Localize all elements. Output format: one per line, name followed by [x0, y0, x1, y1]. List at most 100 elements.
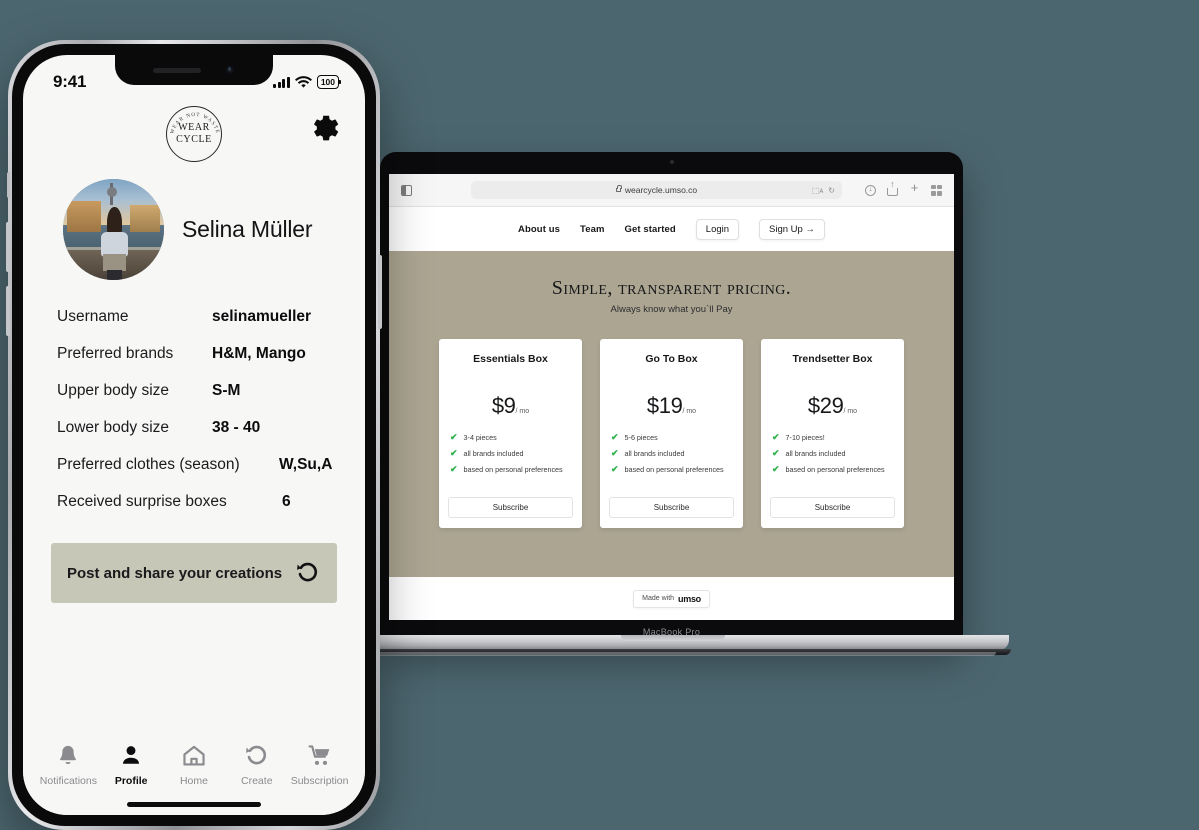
detail-value: H&M, Mango	[212, 345, 306, 362]
share-icon[interactable]	[887, 179, 898, 196]
home-indicator[interactable]	[127, 802, 261, 807]
check-icon: ✔	[450, 448, 458, 458]
feature-label: 5-6 pieces	[624, 433, 658, 442]
tab-label: Subscription	[290, 775, 349, 787]
sidebar-toggle-icon[interactable]	[401, 184, 412, 196]
subscribe-button[interactable]: Subscribe	[770, 497, 895, 518]
silent-switch[interactable]	[7, 172, 10, 198]
tab-create[interactable]: Create	[226, 743, 288, 787]
screenshot-canvas: wearcycle.umso.co ⬚ᴀ ↻ ↓ ↑ + About us Te…	[0, 0, 1199, 830]
card-features: ✔ 7-10 pieces! ✔ all brands included ✔ base…	[772, 432, 904, 475]
signup-button[interactable]: Sign Up →	[759, 218, 825, 240]
card-title: Essentials Box	[473, 353, 548, 365]
pricing-subtitle: Always know what you`ll Pay	[610, 304, 733, 315]
card-features: ✔ 3-4 pieces ✔ all brands included ✔ based …	[450, 432, 582, 475]
login-button[interactable]: Login	[695, 218, 740, 240]
feature-item: ✔ 5-6 pieces	[611, 433, 743, 443]
volume-down-button[interactable]	[6, 286, 10, 336]
power-button[interactable]	[378, 255, 382, 329]
feature-label: all brands included	[785, 449, 846, 458]
card-price-period: / mo	[682, 408, 697, 415]
laptop-base-foot	[350, 652, 996, 656]
refresh-cycle-icon	[297, 562, 318, 582]
detail-value: S-M	[212, 382, 241, 399]
feature-item: ✔ 3-4 pieces	[450, 432, 582, 443]
feature-label: based on personal preferences	[624, 465, 724, 474]
check-icon: ✔	[450, 432, 458, 442]
pricing-title: Simple, transparent pricing.	[551, 277, 792, 299]
feature-item: ✔ 7-10 pieces!	[772, 432, 904, 443]
check-icon: ✔	[450, 464, 458, 474]
wifi-icon	[294, 75, 312, 88]
post-and-share-button[interactable]: Post and share your creations	[51, 543, 337, 603]
subscribe-button[interactable]: Subscribe	[448, 497, 573, 518]
card-price: $19/ mo	[600, 393, 743, 419]
download-icon[interactable]	[865, 182, 876, 196]
detail-row-preferred-clothes: Preferred clothes (season) W,Su,A	[57, 456, 365, 474]
profile-name: Selina Müller	[182, 216, 313, 242]
pricing-card-trendsetter[interactable]: Trendsetter Box $29/ mo ✔ 7-10 pieces! ✔ a…	[761, 339, 904, 528]
refresh-cycle-icon	[245, 745, 266, 765]
profile-details-list: Username selinamueller Preferred brands …	[23, 280, 365, 511]
logo-arc-label: WEAR NOT WASTE	[169, 112, 219, 135]
card-price-period: / mo	[515, 408, 530, 415]
front-camera-icon	[225, 65, 235, 75]
card-price-amount: $9	[491, 393, 516, 418]
feature-label: based on personal preferences	[463, 465, 563, 474]
nav-link-get-started[interactable]: Get started	[625, 224, 676, 235]
pricing-card-go-to[interactable]: Go To Box $19/ mo ✔ 5-6 pieces ✔ all brand…	[600, 339, 743, 528]
tab-overview-icon[interactable]	[931, 184, 942, 196]
phone-screen: 9:41 100 WEAR NOT WASTE WEAR CYCLE Selin…	[23, 55, 365, 815]
detail-value: W,Su,A	[279, 456, 333, 473]
volume-up-button[interactable]	[6, 222, 10, 272]
pricing-card-essentials[interactable]: Essentials Box $9/ mo ✔ 3-4 pieces ✔ all b…	[439, 339, 582, 528]
feature-item: ✔ all brands included	[611, 448, 743, 459]
browser-toolbar-right	[842, 179, 942, 196]
gear-icon[interactable]	[309, 113, 339, 143]
detail-label: Preferred brands	[57, 345, 174, 362]
laptop-camera-icon	[669, 160, 674, 164]
pricing-cards: Essentials Box $9/ mo ✔ 3-4 pieces ✔ all b…	[389, 339, 954, 528]
pricing-section: Simple, transparent pricing. Always know…	[389, 251, 954, 577]
card-title: Trendsetter Box	[792, 353, 873, 365]
check-icon: ✔	[772, 432, 780, 442]
tab-subscription[interactable]: Subscription	[289, 743, 351, 787]
tab-notifications[interactable]: Notifications	[37, 743, 99, 787]
made-with-label: Made with	[642, 595, 675, 602]
tab-home[interactable]: Home	[163, 743, 225, 787]
detail-row-received-boxes: Received surprise boxes 6	[57, 493, 365, 511]
status-time: 9:41	[53, 72, 87, 91]
url-text: wearcycle.umso.co	[624, 185, 698, 195]
detail-row-lower-body-size: Lower body size 38 - 40	[57, 419, 365, 437]
nav-link-about-us[interactable]: About us	[518, 224, 560, 235]
feature-label: based on personal preferences	[785, 465, 885, 474]
svg-text:WEAR NOT WASTE: WEAR NOT WASTE	[169, 112, 220, 135]
card-title: Go To Box	[645, 353, 698, 365]
check-icon: ✔	[772, 448, 780, 458]
home-icon	[183, 745, 205, 766]
feature-item: ✔ all brands included	[772, 448, 904, 459]
card-price: $9/ mo	[439, 393, 582, 419]
cellular-signal-icon	[273, 76, 290, 88]
check-icon: ✔	[611, 448, 619, 458]
avatar[interactable]	[63, 179, 164, 280]
nav-link-team[interactable]: Team	[580, 224, 605, 235]
tab-label: Notifications	[39, 775, 97, 787]
browser-toolbar-left	[401, 184, 471, 196]
new-tab-icon[interactable]	[909, 180, 920, 196]
status-indicators: 100	[273, 75, 342, 89]
browser-toolbar: wearcycle.umso.co ⬚ᴀ ↻	[389, 174, 954, 207]
made-with-umso-badge[interactable]: Made with umso	[633, 589, 710, 608]
wearcycle-logo: WEAR NOT WASTE WEAR CYCLE	[166, 106, 222, 162]
address-bar[interactable]: wearcycle.umso.co ⬚ᴀ ↻	[471, 181, 842, 199]
reload-icon[interactable]: ↻	[828, 186, 835, 195]
detail-label: Upper body size	[57, 382, 170, 399]
reader-icon[interactable]: ⬚ᴀ	[812, 186, 824, 195]
address-bar-actions: ⬚ᴀ ↻	[812, 186, 835, 195]
card-features: ✔ 5-6 pieces ✔ all brands included ✔ based …	[611, 433, 743, 475]
tab-profile[interactable]: Profile	[100, 743, 162, 787]
subscribe-button[interactable]: Subscribe	[609, 497, 734, 518]
lock-icon	[615, 185, 623, 192]
feature-item: ✔ based on personal preferences	[772, 465, 904, 475]
app-header: WEAR NOT WASTE WEAR CYCLE	[23, 101, 365, 167]
